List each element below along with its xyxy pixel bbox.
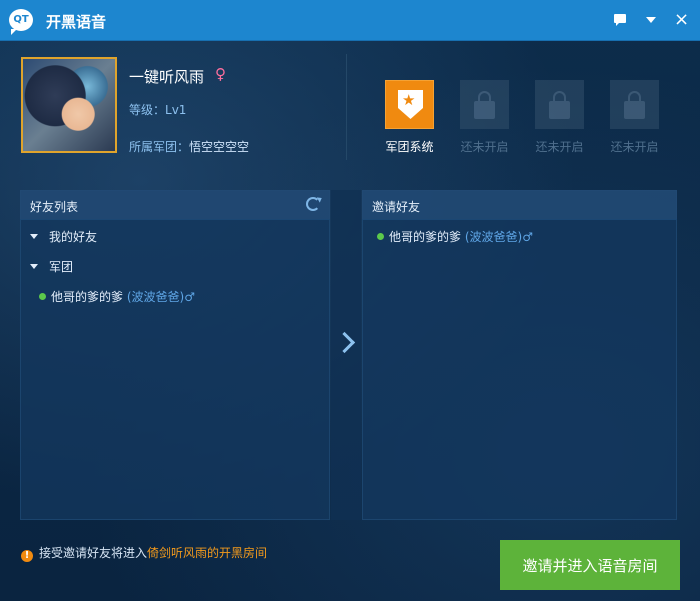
caret-down-icon [30,264,38,269]
feature-label: 军团系统 [385,140,434,154]
invite-panel: 邀请好友 他哥的爹的爹 (波波爸爸)♂ [362,190,677,520]
invite-header: 邀请好友 [362,190,677,220]
friend-item[interactable]: 他哥的爹的爹 (波波爸爸)♂ [39,288,195,305]
lock-icon [610,80,659,129]
avatar [21,57,117,153]
feature-label: 还未开启 [535,140,584,154]
level-label: 等级： [129,103,166,117]
legion-label: 所属军团： [129,140,190,154]
friend-name: 他哥的爹的爹 [51,290,124,304]
feature-label: 还未开启 [460,140,509,154]
group-legion[interactable]: 军团 [30,258,73,275]
title-bar[interactable]: QT 开黑语音 × [0,0,700,41]
friend-alias: (波波爸爸) [464,230,523,244]
female-gender-icon: ♀ [215,65,226,83]
level-value: Lv1 [165,103,187,117]
friend-name: 他哥的爹的爹 [389,230,462,244]
notice-text: 接受邀请好友将进入 [39,546,148,560]
transfer-column [331,190,361,520]
invite-title: 邀请好友 [372,200,421,214]
friend-list-title: 好友列表 [30,200,79,214]
friend-list-panel: 好友列表 我的好友 军团 他哥的爹的爹 (波波爸爸)♂ [20,190,330,520]
app-window: QT 开黑语音 × 一键听风雨 ♀ 等级：Lv1 所属军团：悟空空空空 军团系统… [0,0,700,601]
qt-logo: QT [9,9,33,35]
feedback-chat-icon[interactable] [613,12,631,28]
feature-locked-3: 还未开启 [597,80,672,155]
header-divider [346,54,347,160]
group-label: 军团 [49,260,74,274]
level-info: 等级：Lv1 [129,101,186,118]
lock-icon [535,80,584,129]
feature-locked-1: 还未开启 [447,80,522,155]
refresh-icon[interactable] [306,197,320,211]
caret-down-icon [30,234,38,239]
feature-locked-2: 还未开启 [522,80,597,155]
notice-room-name: 倚剑听风雨的开黑房间 [147,546,268,560]
male-gender-icon: ♂ [184,290,195,304]
invite-and-enter-button[interactable]: 邀请并进入语音房间 [500,540,680,590]
friend-list-header: 好友列表 [20,190,330,220]
online-status-dot [377,233,384,240]
nickname: 一键听风雨 [129,68,205,86]
legion-value: 悟空空空空 [189,140,250,154]
app-title: 开黑语音 [46,13,107,31]
close-button[interactable]: × [674,11,692,29]
friend-alias: (波波爸爸) [126,290,185,304]
lock-icon [460,80,509,129]
feature-label: 还未开启 [610,140,659,154]
legion-shield-star-icon [385,80,434,129]
group-my-friends[interactable]: 我的好友 [30,228,97,245]
legion-info: 所属军团：悟空空空空 [129,138,249,155]
feature-legion-system[interactable]: 军团系统 [372,80,447,155]
warning-icon: ! [21,550,33,562]
invited-friend-item[interactable]: 他哥的爹的爹 (波波爸爸)♂ [377,228,533,245]
online-status-dot [39,293,46,300]
male-gender-icon: ♂ [522,230,533,244]
menu-dropdown-icon[interactable] [645,12,663,28]
invite-notice: ! 接受邀请好友将进入倚剑听风雨的开黑房间 [21,544,267,562]
chevron-right-icon[interactable] [333,331,356,354]
group-label: 我的好友 [49,230,98,244]
